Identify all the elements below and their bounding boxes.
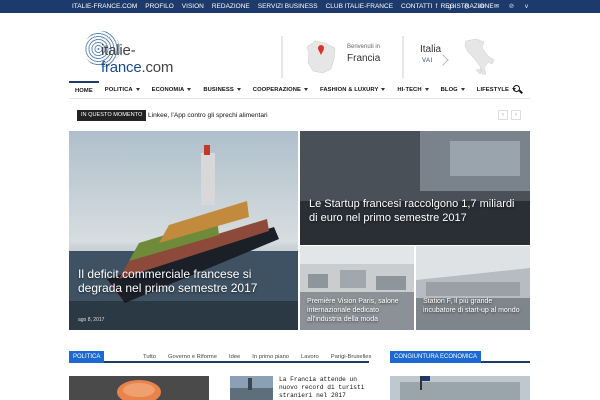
paris-view-image [230,376,273,400]
tab-parigi-bruxelles[interactable]: Parigi-Bruxelles [325,354,378,360]
italia-vai-text: VAI [422,58,433,64]
ticker-prev-button[interactable]: ‹ [498,110,508,120]
top-link-profilo[interactable]: PROFILO [145,3,174,10]
section-politica-tabs: Tutto Governo e Riforme Idee In primo pi… [137,351,377,363]
top-link-vision[interactable]: VISION [182,3,204,10]
italia-big-text: Italia [420,44,442,55]
featured-main-date: ago 8, 2017 [78,317,105,323]
caret-down-icon [236,88,241,91]
facebook-icon[interactable]: f [433,4,440,10]
politica-thumb-2[interactable] [230,376,273,400]
politica-thumb-1[interactable] [69,376,209,400]
caret-down-icon [460,88,465,91]
tab-primo-piano[interactable]: In primo piano [246,354,295,360]
nav-blog[interactable]: BLOG [435,81,471,99]
nav-politica[interactable]: POLITICA [99,81,146,99]
google-plus-icon[interactable]: g+ [448,4,455,10]
news-ticker: IN QUESTO MOMENTO Linkee, l'App contro g… [77,110,530,122]
featured-main-title[interactable]: Il deficit commerciale francese si degra… [78,267,288,295]
nav-fashion[interactable]: FASHION & LUXURY [314,81,391,99]
section-politica-header: POLITICA Tutto Governo e Riforme Idee In… [69,351,371,363]
featured-bottom-left[interactable]: Première Vision Paris, salone internazio… [300,246,414,330]
top-bar: ITALIE-FRANCE.COM PROFILO VISION REDAZIO… [0,0,600,13]
chevron-right-icon [437,54,449,66]
top-link-servizi[interactable]: SERVIZI BUSINESS [258,3,318,10]
tab-governo[interactable]: Governo e Riforme [162,354,223,360]
nav-business[interactable]: BUSINESS [197,81,246,99]
nav-hitech[interactable]: HI-TECH [391,81,434,99]
tab-lavoro[interactable]: Lavoro [295,354,325,360]
search-icon[interactable] [513,85,523,94]
featured-top-right[interactable]: Le Startup francesi raccolgono 1,7 milia… [300,131,530,245]
top-link-club[interactable]: CLUB ITALIE-FRANCE [326,3,393,10]
featured-bottom-right[interactable]: Station F, il più grande incubatore di s… [416,246,530,330]
building-flags-image [390,376,530,400]
featured-top-right-title[interactable]: Le Startup francesi raccolgono 1,7 milia… [309,197,519,225]
ticker-headline[interactable]: Linkee, l'App contro gli sprechi aliment… [148,110,268,121]
nav-home[interactable]: HOME [69,80,99,99]
food-bowl-image [69,376,209,400]
site-logo[interactable]: italie-france.com [84,31,204,76]
instagram-icon[interactable]: ◎ [463,3,470,10]
featured-bottom-right-title[interactable]: Station F, il più grande incubatore di s… [423,297,525,315]
caret-down-icon [135,88,140,91]
startup-image [300,131,530,245]
top-links: ITALIE-FRANCE.COM PROFILO VISION REDAZIO… [72,0,494,13]
section-congiuntura-header: CONGIUNTURA ECONOMICA [390,351,530,363]
ticker-next-button[interactable]: › [511,110,521,120]
caret-down-icon [187,88,192,91]
container-ship-image [69,131,298,330]
nav-economia[interactable]: ECONOMIA [146,81,198,99]
featured-main[interactable]: Il deficit commerciale francese si degra… [69,131,298,330]
caret-down-icon [304,88,309,91]
francia-big-text: Francia [347,53,381,64]
pinterest-icon[interactable]: ℗ [508,4,515,10]
congiuntura-thumb-1[interactable] [390,376,530,400]
italia-box[interactable]: Italia VAI [402,36,528,78]
francia-small-text: Benvenuti in [347,44,381,50]
top-link-site[interactable]: ITALIE-FRANCE.COM [72,3,137,10]
station-f-image [416,246,530,330]
section-congiuntura-label[interactable]: CONGIUNTURA ECONOMICA [390,351,482,363]
italy-map-icon [464,38,495,75]
vimeo-icon[interactable]: v [523,4,530,10]
top-link-contatti[interactable]: CONTATTI [401,3,433,10]
tab-idee[interactable]: Idee [223,354,246,360]
france-map-icon [306,40,336,74]
caret-down-icon [381,88,386,91]
email-icon[interactable]: ✉ [493,3,500,10]
featured-bottom-left-title[interactable]: Première Vision Paris, salone internazio… [307,297,409,324]
politica-article-title[interactable]: La Francia attende un nuovo record di tu… [279,376,369,400]
main-nav: HOME POLITICA ECONOMIA BUSINESS COOPERAZ… [69,80,530,99]
nav-cooperazione[interactable]: COOPERAZIONE [247,81,314,99]
caret-down-icon [424,88,429,91]
social-icons: f g+ ◎ in ✉ ℗ v [433,0,530,13]
top-link-redazione[interactable]: REDAZIONE [212,3,250,10]
tab-tutto[interactable]: Tutto [137,354,162,360]
section-politica-label[interactable]: POLITICA [69,351,105,363]
logo-text: italie-france.com [101,42,174,76]
francia-box[interactable]: Benvenuti in Francia [281,36,393,78]
linkedin-icon[interactable]: in [478,4,485,10]
ticker-tag: IN QUESTO MOMENTO [77,110,147,121]
